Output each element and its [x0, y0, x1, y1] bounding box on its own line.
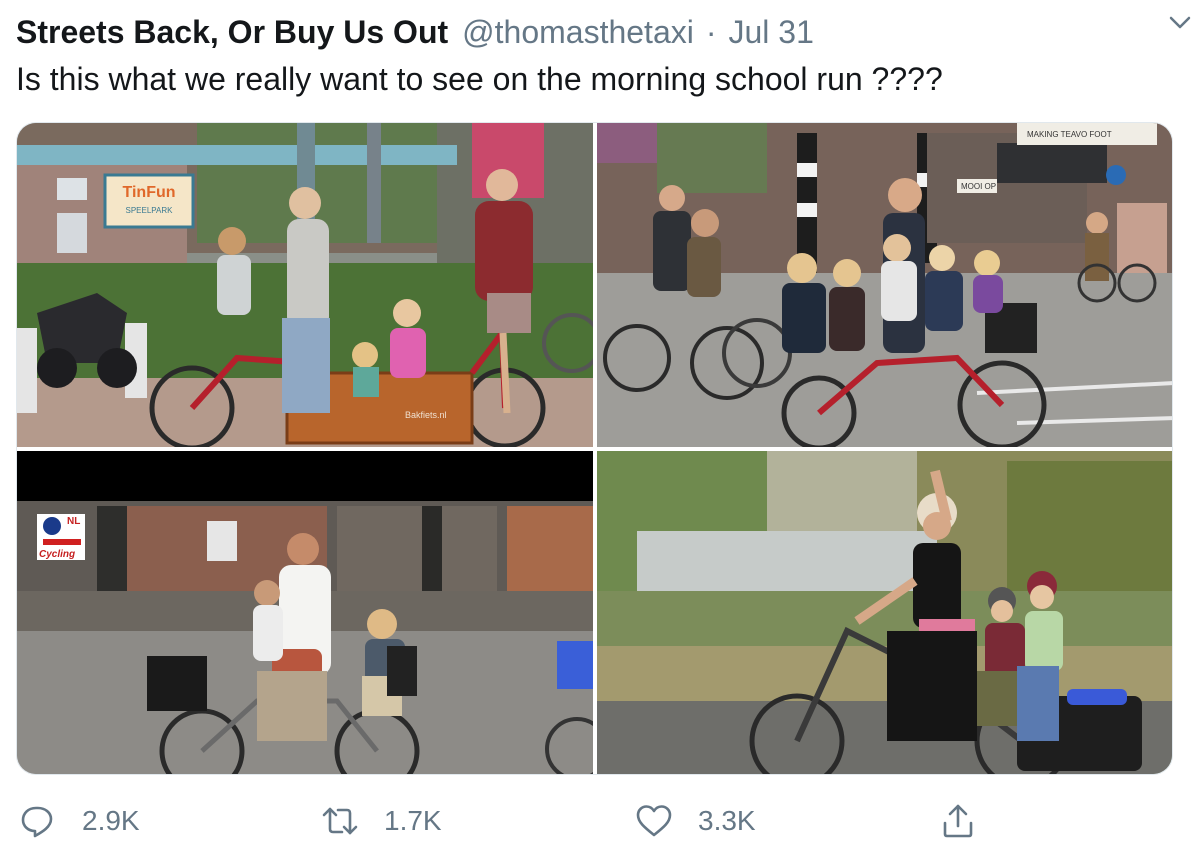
retweet-icon	[322, 807, 358, 835]
tinfun-sign-sub: SPEELPARK	[126, 206, 174, 215]
retweet-button[interactable]: 1.7K	[320, 801, 442, 841]
share-icon	[943, 804, 973, 838]
watermark-cycling: Cycling	[39, 549, 75, 560]
photo-cargo-bike-family[interactable]: TinFun SPEELPARK Bakfiets.nl	[17, 123, 593, 447]
mooi-op-sign: MOOI OP	[961, 182, 996, 191]
separator-dot: ·	[705, 14, 717, 50]
tweet-text: Is this what we really want to see on th…	[16, 61, 943, 97]
photo-mother-waving-children[interactable]	[597, 451, 1172, 774]
shop-sign-text: MAKING TEAVO FOOT	[1027, 130, 1112, 139]
watermark-nl: NL	[67, 516, 80, 527]
reply-icon	[21, 806, 53, 838]
user-handle[interactable]: @thomasthetaxi	[462, 10, 694, 54]
reply-button[interactable]: 2.9K	[18, 801, 140, 841]
reply-count: 2.9K	[82, 805, 140, 836]
media-grid: TinFun SPEELPARK Bakfiets.nl MAKING TEAV…	[16, 122, 1173, 775]
heart-icon	[636, 805, 672, 837]
display-name[interactable]: Streets Back, Or Buy Us Out	[16, 10, 448, 54]
chevron-down-icon[interactable]	[1165, 8, 1195, 38]
like-count: 3.3K	[698, 805, 756, 836]
bakfiets-label: Bakfiets.nl	[405, 410, 447, 420]
like-button[interactable]: 3.3K	[634, 801, 756, 841]
tweet-header: Streets Back, Or Buy Us Out @thomastheta…	[16, 10, 1183, 54]
tweet-date[interactable]: Jul 31	[729, 10, 814, 54]
tinfun-sign-text: TinFun	[122, 184, 175, 201]
photo-bike-with-children-city[interactable]: MAKING TEAVO FOOT MOOI OP	[597, 123, 1172, 447]
tweet-actions: 2.9K 1.7K 3.3K	[0, 795, 1199, 847]
share-button[interactable]	[938, 801, 1002, 841]
photo-father-two-children[interactable]: NL Cycling	[17, 451, 593, 774]
retweet-count: 1.7K	[384, 805, 442, 836]
